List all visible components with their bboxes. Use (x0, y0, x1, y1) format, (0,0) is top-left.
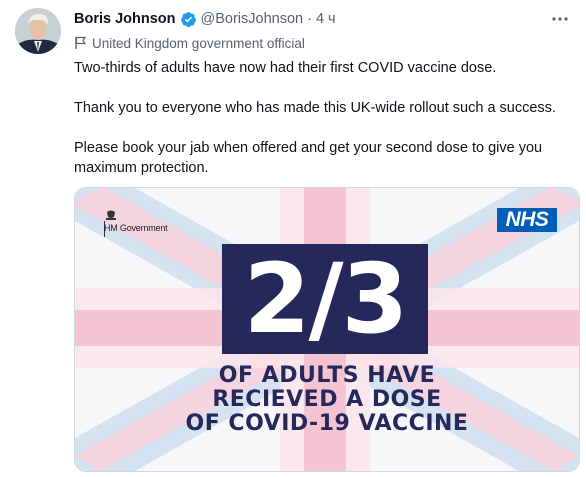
caption-line: OF COVID-19 VACCINE (185, 411, 469, 436)
verified-badge-icon (180, 11, 196, 27)
caption-line: RECIEVED A DOSE (212, 387, 442, 412)
fraction-text: 2/3 (243, 243, 409, 355)
nhs-logo: NHS (497, 208, 557, 232)
tweet-paragraph: Thank you to everyone who has made this … (74, 100, 556, 116)
tweet-header: Boris Johnson @BorisJohnson · 4 ч (74, 9, 336, 29)
caption-line: OF ADULTS HAVE (218, 363, 436, 388)
tweet-paragraph: Please book your jab when offered and ge… (74, 140, 543, 176)
tweet-paragraph: Two-thirds of adults have now had their … (74, 60, 497, 76)
tweet-timestamp[interactable]: 4 ч (316, 11, 336, 27)
author-handle[interactable]: @BorisJohnson (201, 11, 304, 27)
tweet-text: Two-thirds of adults have now had their … (74, 58, 574, 178)
government-label[interactable]: United Kingdom government official (74, 34, 305, 52)
tweet-image[interactable]: HM Government NHS 2/3 OF ADULTS HAVE REC… (74, 187, 580, 472)
government-label-text: United Kingdom government official (92, 35, 305, 51)
fraction-box: 2/3 (222, 244, 428, 354)
author-avatar[interactable] (15, 8, 61, 54)
more-options-icon[interactable] (550, 11, 570, 27)
hm-government-logo-text: HM Government (104, 223, 168, 233)
author-name[interactable]: Boris Johnson (74, 11, 176, 27)
flag-icon (75, 36, 87, 49)
separator-dot: · (307, 11, 312, 27)
avatar-image (15, 8, 61, 54)
